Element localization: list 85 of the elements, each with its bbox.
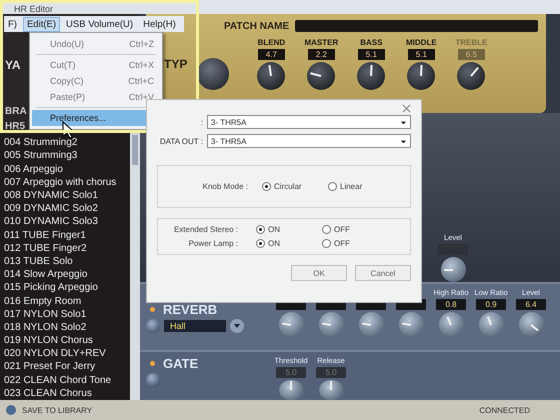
radio-option[interactable]: Linear: [328, 182, 394, 191]
field-label: :: [200, 118, 203, 126]
power-button[interactable]: [146, 373, 160, 387]
knob[interactable]: [440, 257, 466, 282]
knob-value: 5.0: [316, 367, 346, 378]
menu-entry[interactable]: Paste(P) Ctrl+V: [32, 89, 160, 105]
brand-label: BRA: [5, 106, 27, 118]
patch-item[interactable]: 015 Picking Arpeggio: [4, 281, 130, 294]
menu-item[interactable]: F): [4, 16, 21, 32]
patch-item[interactable]: 017 NYLON Solo1: [4, 308, 130, 321]
mouse-pointer-icon: [62, 121, 74, 139]
patch-item[interactable]: 005 Strumming3: [4, 149, 130, 163]
patch-item[interactable]: 019 NYLON Chorus: [4, 334, 130, 348]
scrollbar[interactable]: [130, 132, 140, 400]
patch-item[interactable]: 011 TUBE Finger1: [4, 228, 130, 242]
power-button[interactable]: [146, 319, 160, 334]
knob[interactable]: [357, 62, 386, 90]
radio-option[interactable]: ON: [256, 239, 322, 248]
patch-item[interactable]: 021 Preset For Jerry: [4, 360, 130, 374]
window-title: HR Editor: [14, 5, 54, 14]
menu-entry[interactable]: Copy(C) Ctrl+C: [32, 73, 160, 89]
dropdown-arrow-icon[interactable]: [400, 138, 407, 144]
menu-entry[interactable]: Cut(T) Ctrl+X: [32, 57, 160, 73]
connection-status: CONNECTED: [479, 406, 530, 414]
radio-option[interactable]: OFF: [322, 239, 388, 248]
knob[interactable]: [407, 62, 436, 90]
setting-label: Knob Mode :: [202, 182, 248, 191]
patch-item[interactable]: 006 Arpeggio: [4, 162, 130, 176]
menu-item[interactable]: USB Volume(U): [62, 16, 138, 32]
logo-text: YA: [5, 58, 21, 72]
patch-item[interactable]: 023 CLEAN Chorus: [4, 386, 130, 400]
knob-value: 5.1: [408, 49, 435, 60]
save-to-library-button[interactable]: SAVE TO LIBRARY: [6, 405, 92, 415]
knob[interactable]: [457, 62, 486, 90]
knob-label: MIDDLE: [406, 38, 437, 47]
port-dropdown[interactable]: 3- THR5A: [207, 115, 411, 129]
patch-name-label: PATCH NAME: [224, 20, 290, 32]
knob-label: BLEND: [258, 38, 286, 47]
patch-item[interactable]: 013 TUBE Solo: [4, 254, 130, 268]
radio-option[interactable]: OFF: [322, 225, 388, 234]
patch-item[interactable]: 004 Strumming2: [4, 136, 130, 150]
patch-item[interactable]: 022 CLEAN Chord Tone: [4, 374, 130, 387]
type-label: TYP: [164, 57, 188, 71]
menu-entry[interactable]: Undo(U) Ctrl+Z: [32, 36, 160, 52]
knob-value: 6.5: [458, 49, 485, 60]
knob-label: MASTER: [304, 38, 338, 47]
setting-label: Power Lamp :: [188, 239, 238, 248]
knob[interactable]: [257, 62, 286, 90]
patch-item[interactable]: 012 TUBE Finger2: [4, 242, 130, 255]
patch-item[interactable]: 009 DYNAMIC Solo2: [4, 202, 130, 216]
knob-label: BASS: [360, 38, 382, 47]
patch-item[interactable]: 020 NYLON DLY+REV: [4, 347, 130, 360]
dropdown-arrow-icon[interactable]: [400, 118, 407, 126]
knob[interactable]: [307, 62, 336, 90]
patch-item[interactable]: 014 Slow Arpeggio: [4, 268, 130, 282]
patch-item[interactable]: 010 DYNAMIC Solo3: [4, 215, 130, 229]
model-label: HR5: [5, 121, 26, 132]
dialog-button[interactable]: Cancel: [355, 265, 411, 281]
amp-type-knob[interactable]: [197, 58, 230, 90]
dropdown-icon[interactable]: [230, 319, 244, 334]
patch-item[interactable]: 007 Arpeggio with chorus: [4, 176, 130, 189]
setting-label: Extended Stereo :: [172, 225, 238, 234]
knob-value: 0.8: [436, 299, 466, 310]
knob-value: 0.9: [476, 299, 506, 310]
knob-value: 5.0: [276, 367, 306, 378]
patch-item[interactable]: 008 DYNAMIC Solo1: [4, 189, 130, 202]
radio-option[interactable]: ON: [256, 225, 322, 234]
port-dropdown[interactable]: 3- THR5A: [207, 134, 411, 148]
knob-label: TREBLE: [455, 38, 488, 47]
patch-item[interactable]: 016 Empty Room: [4, 294, 130, 308]
reverb-type-dropdown[interactable]: Hall: [164, 320, 226, 332]
effect-title: REVERB: [163, 302, 218, 318]
menu-item[interactable]: Edit(E): [22, 16, 60, 32]
knob-value: 6.4: [516, 299, 546, 310]
knob-value: 5.1: [358, 49, 385, 60]
menu-item[interactable]: Help(H): [139, 16, 180, 32]
close-icon[interactable]: [402, 104, 411, 113]
dialog-button[interactable]: OK: [291, 265, 347, 281]
effect-title: GATE: [163, 356, 198, 371]
patch-item[interactable]: 018 NYLON Solo2: [4, 320, 130, 334]
field-label: DATA OUT :: [158, 136, 203, 146]
knob-value: 4.7: [258, 49, 285, 60]
radio-option[interactable]: Circular: [262, 182, 328, 191]
patch-name-field[interactable]: [295, 20, 538, 32]
knob-value: 2.2: [308, 49, 335, 60]
